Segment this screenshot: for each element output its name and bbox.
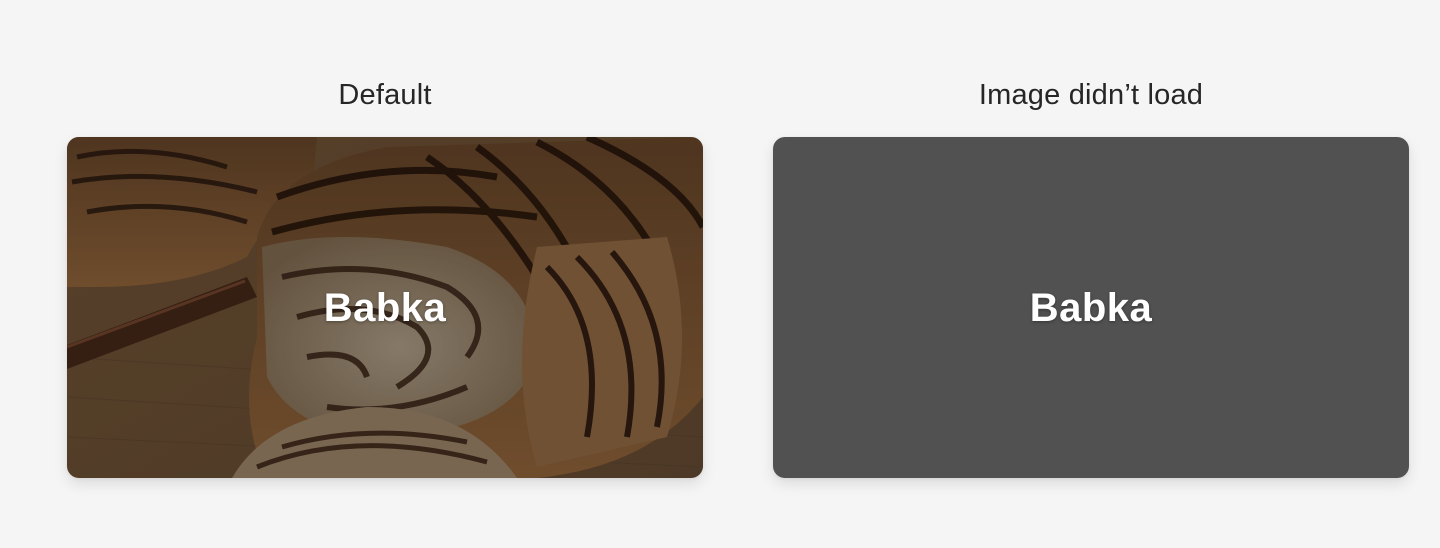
default-caption: Default xyxy=(338,79,432,111)
card-states-showcase: Default Babka Image didn’t load Babka xyxy=(0,0,1440,548)
card-title: Babka xyxy=(1029,286,1153,330)
babka-card-with-image[interactable]: Babka xyxy=(67,137,703,478)
card-title: Babka xyxy=(323,286,447,330)
babka-card-fallback[interactable]: Babka xyxy=(773,137,1409,478)
fallback-caption: Image didn’t load xyxy=(978,79,1204,111)
